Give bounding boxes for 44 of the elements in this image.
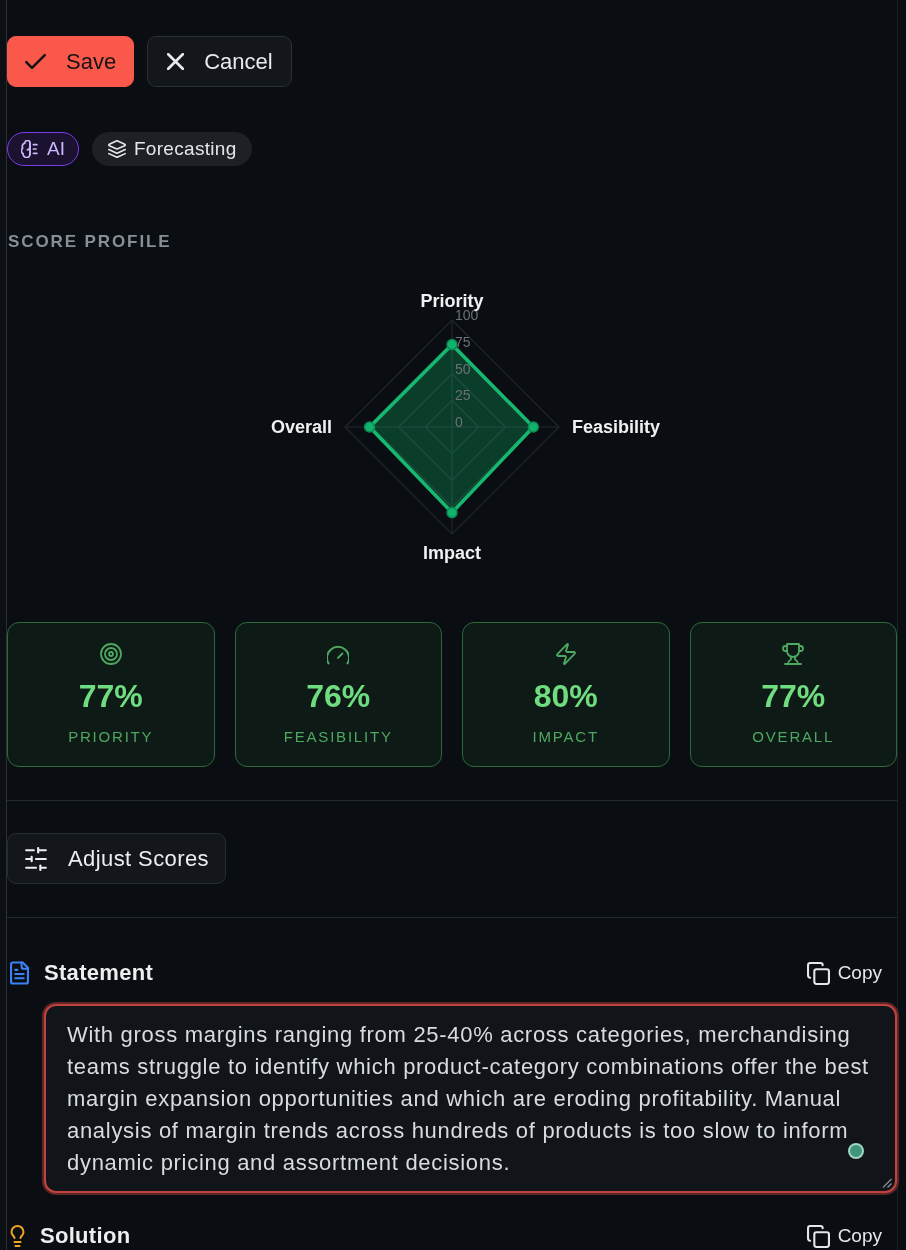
section-heading: Solution xyxy=(40,1224,131,1248)
tick-label: 50 xyxy=(455,360,471,377)
document-icon xyxy=(10,961,29,985)
tick-label: 75 xyxy=(455,333,471,350)
lightning-icon xyxy=(554,643,577,665)
score-label: OVERALL xyxy=(752,728,835,746)
cancel-button[interactable]: Cancel xyxy=(147,36,292,87)
layers-icon xyxy=(107,140,126,158)
score-label: FEASIBILITY xyxy=(283,728,393,746)
save-button[interactable]: Save xyxy=(7,36,135,87)
check-icon xyxy=(25,54,46,69)
copy-icon xyxy=(806,961,830,985)
tick-label: 25 xyxy=(455,387,471,404)
section-title: SCORE PROFILE xyxy=(8,232,173,252)
tag: AI xyxy=(7,132,79,166)
adjust-scores-button[interactable]: Adjust Scores xyxy=(7,833,226,884)
close-icon xyxy=(167,53,185,70)
sliders-icon xyxy=(25,846,47,871)
score-value: 77% xyxy=(78,678,143,714)
axis-label: Priority xyxy=(420,291,484,311)
score-value: 80% xyxy=(533,678,598,714)
statement-field[interactable]: With gross margins ranging from 25-40% across categories, merchandising teams struggle to identify which product-category combinations offer the best margin expansion opportunities and which are eroding profitability. Manual analysis of margin trends across hundreds of products is too slow to inform dynamic pricing and assortment decisions. xyxy=(44,1004,897,1193)
trophy-icon xyxy=(782,643,805,665)
axis-label: Feasibility xyxy=(572,417,661,437)
copy-button[interactable]: Copy xyxy=(806,961,882,985)
data-point xyxy=(363,421,376,433)
data-point xyxy=(527,421,540,433)
data-point xyxy=(446,506,458,519)
copy-icon xyxy=(806,1224,830,1248)
tag: Forecasting xyxy=(91,132,252,166)
gauge-icon xyxy=(327,643,350,665)
score-label: PRIORITY xyxy=(68,728,154,746)
score-value: 76% xyxy=(306,678,371,714)
brain-icon xyxy=(21,140,39,158)
copy-button[interactable]: Copy xyxy=(806,1224,882,1248)
resize-handle-icon[interactable] xyxy=(882,1178,892,1188)
section-heading: Statement xyxy=(44,961,154,985)
score-label: IMPACT xyxy=(532,728,599,746)
axis-label: Impact xyxy=(423,543,481,563)
lightbulb-icon xyxy=(10,1225,25,1247)
axis-label: Overall xyxy=(270,417,332,437)
score-value: 77% xyxy=(761,678,826,714)
tick-label: 0 xyxy=(455,414,463,430)
target-icon xyxy=(99,643,122,665)
